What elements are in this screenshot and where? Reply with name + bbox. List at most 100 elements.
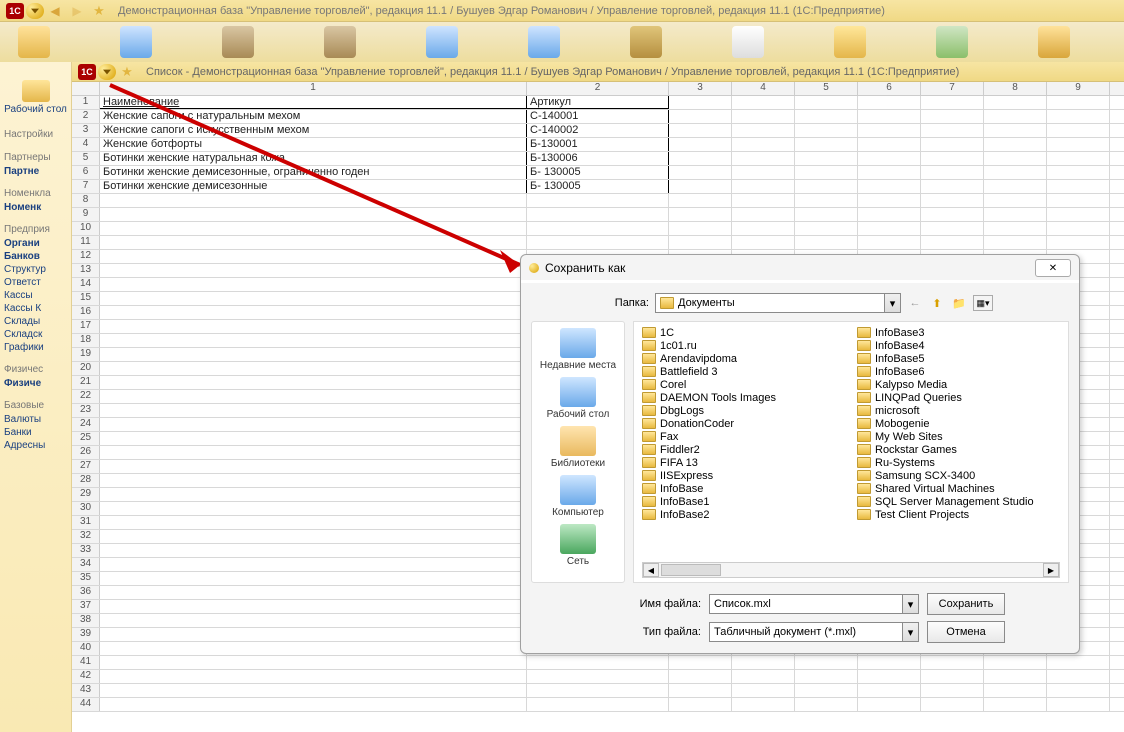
sidebar-link[interactable]: Кассы [0, 289, 71, 302]
nav-back-icon[interactable]: ◀ [46, 3, 64, 19]
col-header-4[interactable]: 4 [732, 82, 795, 95]
folder-item[interactable]: InfoBase5 [857, 352, 1060, 365]
folder-item[interactable]: Kalypso Media [857, 378, 1060, 391]
sidebar-link[interactable]: Складск [0, 328, 71, 341]
folder-item[interactable]: LINQPad Queries [857, 391, 1060, 404]
folder-item[interactable]: microsoft [857, 404, 1060, 417]
table-row[interactable]: 7Ботинки женские демисезонныеБ- 130005 [72, 180, 1124, 194]
folder-item[interactable]: Test Client Projects [857, 508, 1060, 521]
scroll-right-button[interactable]: ▶ [1043, 563, 1059, 577]
inner-favorites-icon[interactable]: ★ [118, 64, 136, 80]
col-header-5[interactable]: 5 [795, 82, 858, 95]
header-article[interactable]: Артикул [527, 96, 669, 109]
toolbar-icon-11[interactable] [1038, 26, 1070, 58]
folder-item[interactable]: DAEMON Tools Images [642, 391, 845, 404]
toolbar-icon-7[interactable] [630, 26, 662, 58]
folder-item[interactable]: Shared Virtual Machines [857, 482, 1060, 495]
view-menu-icon[interactable]: ▦▾ [973, 295, 993, 311]
chevron-down-icon[interactable]: ▾ [902, 623, 918, 641]
folder-item[interactable]: FIFA 13 [642, 456, 845, 469]
folder-item[interactable]: 1C [642, 326, 845, 339]
app-menu-dropdown[interactable] [26, 3, 44, 19]
toolbar-icon-3[interactable] [222, 26, 254, 58]
col-header-8[interactable]: 8 [984, 82, 1047, 95]
sidebar-link[interactable]: Адресны [0, 439, 71, 452]
table-row[interactable]: 2Женские сапоги с натуральным мехомС-140… [72, 110, 1124, 124]
sidebar-link[interactable]: Банков [0, 250, 71, 263]
toolbar-icon-10[interactable] [936, 26, 968, 58]
scroll-thumb[interactable] [661, 564, 721, 576]
folder-item[interactable]: InfoBase4 [857, 339, 1060, 352]
table-row[interactable]: 4Женские ботфортыБ-130001 [72, 138, 1124, 152]
save-button[interactable]: Сохранить [927, 593, 1005, 615]
folder-item[interactable]: Fiddler2 [642, 443, 845, 456]
folder-item[interactable]: InfoBase3 [857, 326, 1060, 339]
col-header-9[interactable]: 9 [1047, 82, 1110, 95]
sidebar-desktop-button[interactable]: Рабочий стол [0, 66, 71, 119]
folder-item[interactable]: Samsung SCX-3400 [857, 469, 1060, 482]
folder-up-icon[interactable]: ⬆ [929, 295, 945, 311]
folder-item[interactable]: InfoBase [642, 482, 845, 495]
sidebar-link[interactable]: Структур [0, 263, 71, 276]
place-item[interactable]: Сеть [560, 524, 596, 567]
folder-item[interactable]: Ru-Systems [857, 456, 1060, 469]
folder-item[interactable]: InfoBase1 [642, 495, 845, 508]
table-row[interactable]: 8 [72, 194, 1124, 208]
col-header-1[interactable]: 1 [100, 82, 527, 95]
table-row[interactable]: 44 [72, 698, 1124, 712]
table-row[interactable]: 42 [72, 670, 1124, 684]
folder-item[interactable]: IISExpress [642, 469, 845, 482]
folder-combo[interactable]: Документы ▾ [655, 293, 901, 313]
folder-item[interactable]: 1c01.ru [642, 339, 845, 352]
table-row[interactable]: 3Женские сапоги с искусственным мехомС-1… [72, 124, 1124, 138]
back-arrow-icon[interactable]: ← [907, 295, 923, 311]
dialog-close-button[interactable]: ✕ [1035, 259, 1071, 277]
chevron-down-icon[interactable]: ▾ [902, 595, 918, 613]
folder-item[interactable]: Mobogenie [857, 417, 1060, 430]
table-row[interactable]: 5Ботинки женские натуральная кожаБ-13000… [72, 152, 1124, 166]
col-header-7[interactable]: 7 [921, 82, 984, 95]
folder-item[interactable]: InfoBase2 [642, 508, 845, 521]
inner-menu-dropdown[interactable] [98, 64, 116, 80]
folder-item[interactable]: InfoBase6 [857, 365, 1060, 378]
toolbar-icon-9[interactable] [834, 26, 866, 58]
place-item[interactable]: Компьютер [552, 475, 604, 518]
nav-forward-icon[interactable]: ▶ [68, 3, 86, 19]
filename-input[interactable]: Список.mxl ▾ [709, 594, 919, 614]
toolbar-icon-6[interactable] [528, 26, 560, 58]
horizontal-scrollbar[interactable]: ◀ ▶ [642, 562, 1060, 578]
col-header-6[interactable]: 6 [858, 82, 921, 95]
table-row[interactable]: 6Ботинки женские демисезонные, ограничен… [72, 166, 1124, 180]
table-row[interactable]: 10 [72, 222, 1124, 236]
favorites-icon[interactable]: ★ [90, 3, 108, 19]
sidebar-link[interactable]: Склады [0, 315, 71, 328]
sidebar-link[interactable]: Банки [0, 426, 71, 439]
col-header-2[interactable]: 2 [527, 82, 669, 95]
folder-item[interactable]: SQL Server Management Studio [857, 495, 1060, 508]
table-row[interactable]: 11 [72, 236, 1124, 250]
sidebar-link[interactable]: Органи [0, 237, 71, 250]
folder-item[interactable]: Arendavipdoma [642, 352, 845, 365]
sidebar-link[interactable]: Физиче [0, 377, 71, 390]
toolbar-icon-8[interactable] [732, 26, 764, 58]
header-name[interactable]: Наименование [100, 96, 527, 109]
dialog-titlebar[interactable]: Сохранить как ✕ [521, 255, 1079, 283]
folder-item[interactable]: Rockstar Games [857, 443, 1060, 456]
place-item[interactable]: Библиотеки [551, 426, 605, 469]
folder-item[interactable]: Fax [642, 430, 845, 443]
folder-item[interactable]: My Web Sites [857, 430, 1060, 443]
sidebar-link[interactable]: Графики [0, 341, 71, 354]
table-row[interactable]: 9 [72, 208, 1124, 222]
sidebar-link[interactable]: Кассы К [0, 302, 71, 315]
scroll-left-button[interactable]: ◀ [643, 563, 659, 577]
sidebar-link[interactable]: Валюты [0, 413, 71, 426]
toolbar-icon-1[interactable] [18, 26, 50, 58]
toolbar-icon-5[interactable] [426, 26, 458, 58]
toolbar-icon-4[interactable] [324, 26, 356, 58]
file-list-area[interactable]: 1C1c01.ruArendavipdomaBattlefield 3Corel… [633, 321, 1069, 583]
col-header-3[interactable]: 3 [669, 82, 732, 95]
table-row[interactable]: 43 [72, 684, 1124, 698]
place-item[interactable]: Недавние места [540, 328, 616, 371]
sidebar-link[interactable]: Партне [0, 165, 71, 178]
place-item[interactable]: Рабочий стол [547, 377, 610, 420]
